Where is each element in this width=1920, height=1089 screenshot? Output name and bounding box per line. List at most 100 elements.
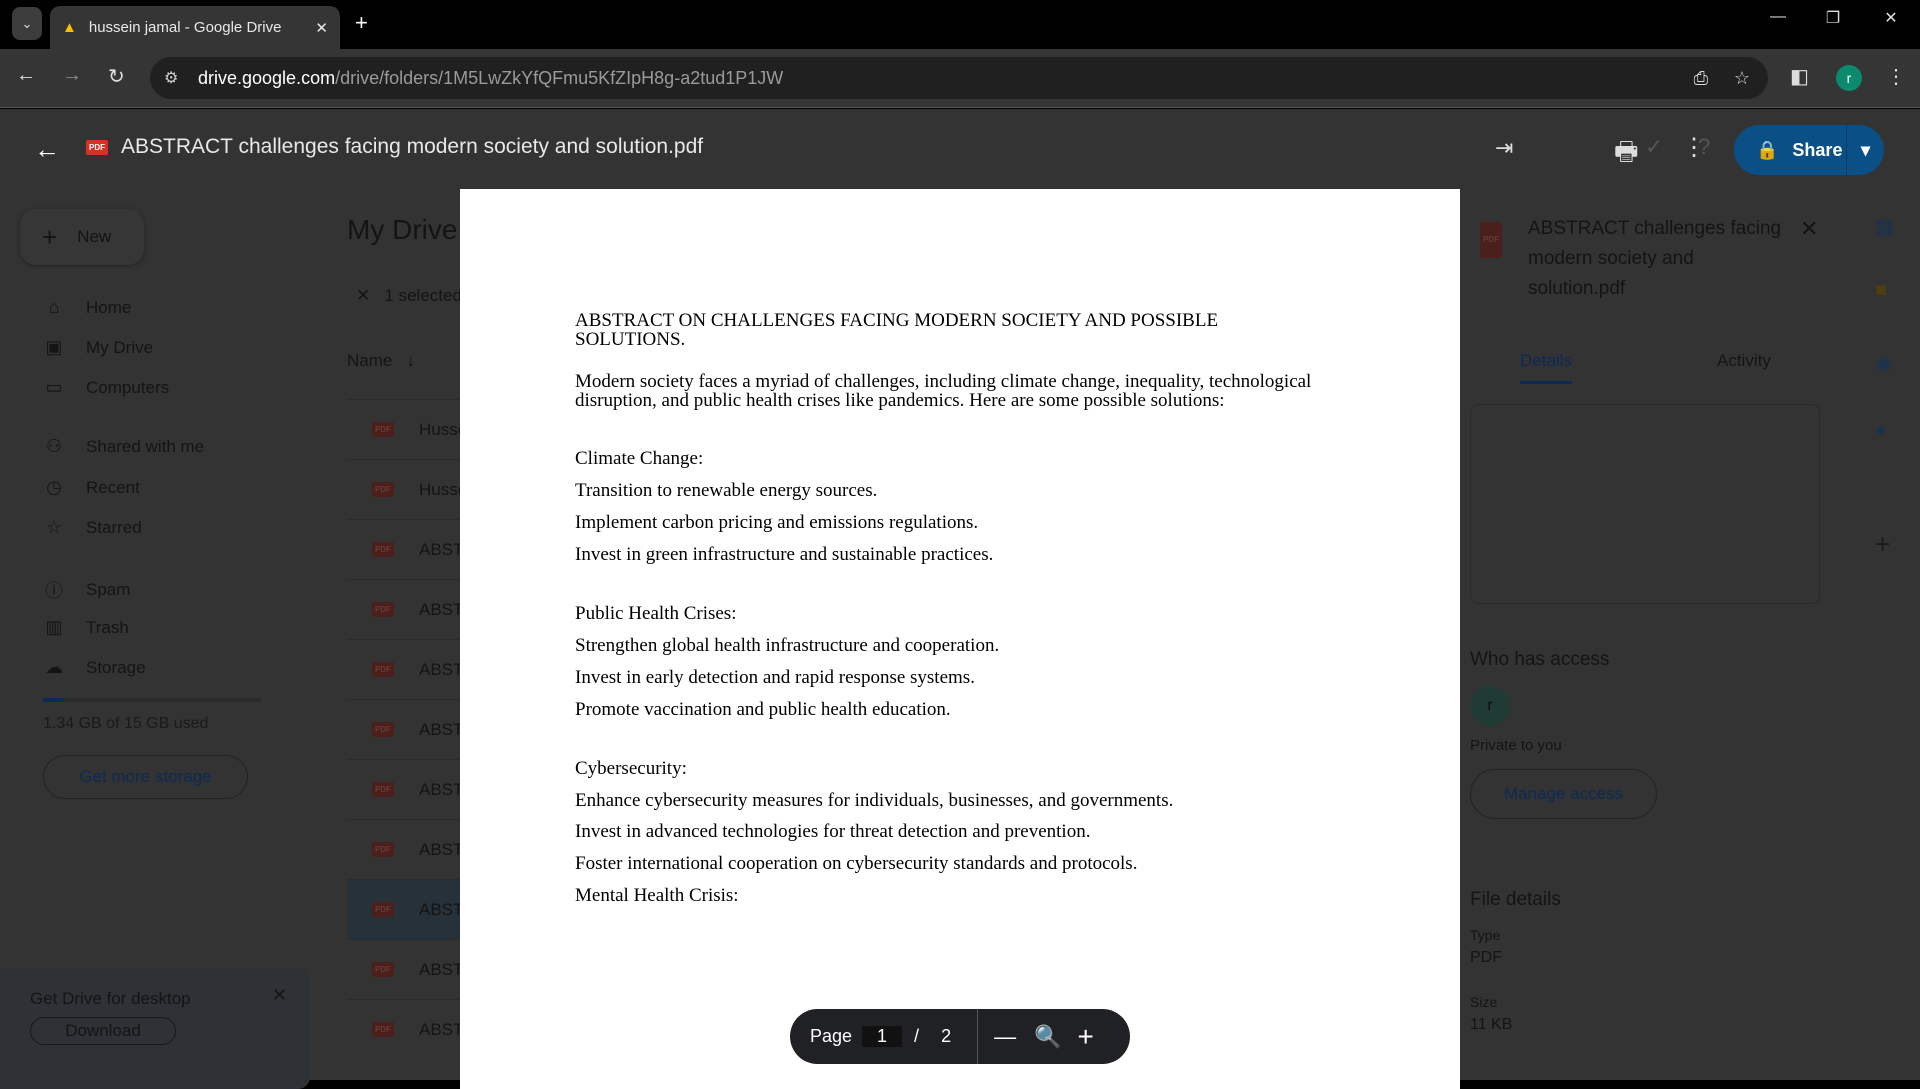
side-panel-icon[interactable]: ◧ bbox=[1790, 64, 1809, 89]
name-column-header[interactable]: Name bbox=[347, 351, 392, 370]
file-row[interactable]: PDF ABST bbox=[347, 699, 467, 759]
bookmark-star-icon[interactable]: ☆ bbox=[1734, 68, 1750, 89]
size-value: 11 KB bbox=[1470, 1016, 1513, 1033]
who-has-access-heading: Who has access bbox=[1470, 649, 1610, 670]
open-with-icon[interactable]: ⇥ bbox=[1495, 135, 1513, 161]
document-line: Foster international cooperation on cybe… bbox=[575, 853, 1138, 874]
tab-activity[interactable]: Activity bbox=[1717, 351, 1771, 371]
get-more-storage-button[interactable]: Get more storage bbox=[43, 755, 248, 799]
new-tab-button[interactable]: + bbox=[355, 10, 368, 36]
file-row[interactable]: PDF ABST bbox=[347, 819, 467, 879]
back-arrow-icon[interactable]: ← bbox=[34, 134, 60, 165]
plus-icon: + bbox=[42, 221, 58, 252]
file-row[interactable]: PDF ABST bbox=[347, 999, 467, 1059]
star-icon: ☆ bbox=[45, 517, 63, 537]
file-row[interactable]: PDF Husse bbox=[347, 399, 467, 459]
file-row[interactable]: PDF ABST bbox=[347, 939, 467, 999]
url-path: /drive/folders/1M5LwZkYfQFmu5KfZIpH8g-a2… bbox=[335, 67, 784, 88]
calendar-icon[interactable]: ▦ bbox=[1875, 214, 1894, 239]
sidebar-item-recent[interactable]: ◷ Recent bbox=[42, 477, 140, 498]
sort-arrow-icon[interactable]: ↓ bbox=[407, 351, 416, 370]
tasks-icon[interactable]: ◉ bbox=[1875, 351, 1892, 376]
site-info-icon[interactable]: ⚙ bbox=[164, 68, 178, 88]
page-separator: / bbox=[914, 1026, 920, 1046]
browser-menu-icon[interactable]: ⋮ bbox=[1886, 64, 1906, 89]
pdf-page: ABSTRACT ON CHALLENGES FACING MODERN SOC… bbox=[460, 189, 1460, 1089]
url-input[interactable]: ⚙ drive.google.com/drive/folders/1M5LwZk… bbox=[150, 57, 1768, 99]
file-name: ABST bbox=[419, 539, 464, 559]
sidebar-item-spam[interactable]: ⓘ Spam bbox=[42, 577, 130, 603]
address-bar-row: ← → ↻ ⚙ drive.google.com/drive/folders/1… bbox=[0, 49, 1920, 108]
minimize-button[interactable]: — bbox=[1753, 8, 1803, 26]
sidebar-item-shared[interactable]: ⚇ Shared with me bbox=[42, 436, 204, 457]
sidebar-item-my-drive[interactable]: ▣ My Drive bbox=[42, 337, 153, 358]
document-line: Cybersecurity: bbox=[575, 758, 687, 779]
close-promo-icon[interactable]: ✕ bbox=[272, 985, 287, 1006]
share-button[interactable]: 🔒 Share ▾ bbox=[1734, 125, 1884, 175]
share-dropdown-icon[interactable]: ▾ bbox=[1845, 125, 1884, 175]
sidebar-item-computers[interactable]: ▭ Computers bbox=[42, 377, 169, 398]
sidebar-item-home[interactable]: ⌂ Home bbox=[42, 297, 132, 318]
new-button[interactable]: + New bbox=[20, 209, 144, 265]
spam-icon: ⓘ bbox=[45, 581, 63, 601]
document-line: Invest in green infrastructure and susta… bbox=[575, 544, 994, 565]
new-label: New bbox=[77, 227, 112, 246]
sidebar-label: Spam bbox=[86, 580, 131, 599]
lock-icon: 🔒 bbox=[1756, 139, 1779, 160]
page-title: My Drive bbox=[347, 214, 458, 245]
zoom-in-icon[interactable]: + bbox=[1077, 1021, 1093, 1053]
pdf-icon: PDF bbox=[86, 140, 108, 155]
promo-title: Get Drive for desktop bbox=[30, 989, 191, 1008]
file-title: ABSTRACT challenges facing modern societ… bbox=[121, 135, 704, 158]
sidebar-item-trash[interactable]: ▥ Trash bbox=[42, 617, 128, 638]
document-line: Transition to renewable energy sources. bbox=[575, 480, 878, 501]
back-icon[interactable]: ← bbox=[16, 64, 36, 87]
document-line: Climate Change: bbox=[575, 448, 704, 469]
file-row[interactable]: PDF ABST bbox=[347, 579, 467, 639]
home-icon: ⌂ bbox=[48, 297, 60, 317]
tab-details[interactable]: Details bbox=[1520, 351, 1572, 384]
file-row[interactable]: PDF Husse bbox=[347, 459, 467, 519]
forward-icon[interactable]: → bbox=[62, 64, 82, 87]
close-details-icon[interactable]: ✕ bbox=[1800, 214, 1818, 244]
restore-button[interactable]: ❐ bbox=[1808, 8, 1858, 28]
page-controls: Page 1 / 2 — 🔍 + bbox=[790, 1009, 1130, 1064]
clear-selection-icon[interactable]: ✕ bbox=[356, 286, 370, 305]
page-number-input[interactable]: 1 bbox=[862, 1026, 903, 1047]
print-icon[interactable]: 🖶 bbox=[1614, 133, 1639, 177]
help-icon[interactable]: ? bbox=[1698, 134, 1710, 160]
keep-icon[interactable]: ■ bbox=[1875, 279, 1887, 302]
install-app-icon[interactable]: ⎙ bbox=[1694, 68, 1708, 89]
browser-tab[interactable]: ▲ hussein jamal - Google Drive ✕ bbox=[50, 6, 340, 49]
contacts-icon[interactable]: ● bbox=[1875, 419, 1887, 442]
storage-text: 1.34 GB of 15 GB used bbox=[43, 715, 209, 732]
type-value: PDF bbox=[1470, 949, 1502, 966]
zoom-out-icon[interactable]: — bbox=[994, 1024, 1016, 1050]
tab-title: hussein jamal - Google Drive bbox=[88, 19, 282, 36]
cloud-icon: ☁ bbox=[45, 657, 63, 677]
close-tab-icon[interactable]: ✕ bbox=[315, 19, 328, 37]
file-row[interactable]: PDF ABST bbox=[347, 879, 467, 939]
document-title: SOLUTIONS. bbox=[575, 329, 686, 350]
check-icon: ✓ bbox=[1645, 134, 1664, 159]
download-button[interactable]: Download bbox=[30, 1017, 176, 1045]
tab-search-button[interactable]: ⌄ bbox=[12, 7, 42, 40]
manage-access-button[interactable]: Manage access bbox=[1470, 769, 1657, 819]
reload-icon[interactable]: ↻ bbox=[108, 64, 125, 89]
sidebar-item-starred[interactable]: ☆ Starred bbox=[42, 517, 142, 538]
file-row[interactable]: PDF ABST bbox=[347, 759, 467, 819]
add-addon-icon[interactable]: + bbox=[1875, 529, 1890, 560]
sidebar-label: Starred bbox=[86, 517, 142, 537]
pdf-icon: PDF bbox=[372, 602, 394, 617]
pdf-icon: PDF bbox=[372, 662, 394, 677]
document-line: Invest in advanced technologies for thre… bbox=[575, 821, 1091, 842]
pdf-icon: PDF bbox=[372, 722, 394, 737]
profile-avatar[interactable]: r bbox=[1836, 65, 1862, 91]
file-row[interactable]: PDF ABST bbox=[347, 639, 467, 699]
sidebar-item-storage[interactable]: ☁ Storage bbox=[42, 657, 146, 678]
file-name: ABST bbox=[419, 959, 464, 979]
file-row[interactable]: PDF ABST bbox=[347, 519, 467, 579]
close-window-button[interactable]: ✕ bbox=[1866, 8, 1916, 28]
file-name: ABST bbox=[419, 659, 464, 679]
details-file-name: ABSTRACT challenges facing modern societ… bbox=[1528, 218, 1782, 299]
